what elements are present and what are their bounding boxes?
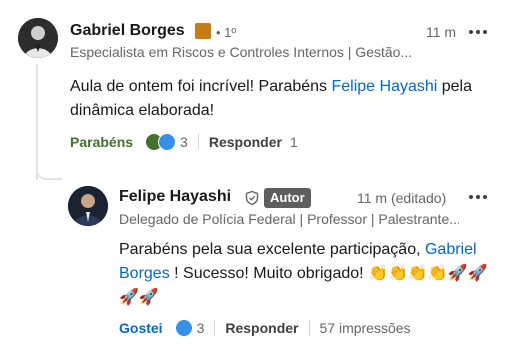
impressions-count[interactable]: 57 impressões (320, 320, 411, 336)
reply-author-name[interactable]: Felipe Hayashi (119, 188, 231, 206)
comment-text: Aula de ontem foi incrível! Parabéns Fel… (70, 75, 490, 123)
reply-button[interactable]: Responder (225, 320, 298, 336)
comment-author-name[interactable]: Gabriel Borges (70, 22, 185, 40)
connection-degree: • 1º (216, 25, 237, 40)
comment-author-headline: Especialista em Riscos e Controles Inter… (70, 44, 413, 60)
divider (214, 320, 216, 336)
linkedin-badge-icon (195, 23, 211, 39)
comment-text-start: Aula de ontem foi incrível! Parabéns (70, 78, 332, 95)
like-icon (158, 133, 177, 151)
reaction-button[interactable]: Parabéns (70, 134, 133, 150)
reply-button[interactable]: Responder (209, 134, 282, 150)
more-options-icon[interactable] (468, 24, 488, 40)
like-icon (174, 319, 193, 337)
reply-timestamp: 11 m (editado) (357, 190, 447, 206)
author-tag-badge: Autor (264, 188, 311, 208)
reply-text-start: Parabéns pela sua excelente participação… (119, 241, 425, 258)
avatar-gabriel-borges[interactable] (18, 18, 58, 58)
avatar-felipe-hayashi[interactable] (68, 186, 108, 226)
reply-text: Parabéns pela sua excelente participação… (119, 238, 499, 310)
thread-connector (36, 150, 62, 180)
reaction-summary[interactable] (145, 133, 177, 151)
mention-link[interactable]: Felipe Hayashi (331, 78, 437, 95)
reply-text-end: ! Sucesso! Muito obrigado! 👏👏👏👏🚀🚀🚀🚀 (119, 265, 488, 306)
reaction-count[interactable]: 3 (180, 134, 188, 150)
verified-shield-icon (245, 190, 259, 206)
divider (197, 134, 199, 150)
comment-timestamp: 11 m (426, 24, 457, 40)
more-options-icon[interactable] (468, 189, 488, 205)
reply-author-headline: Delegado de Polícia Federal | Professor … (119, 211, 459, 227)
reaction-count[interactable]: 3 (197, 320, 205, 336)
reply-actions: Gostei 3 Responder 57 impressões (119, 319, 411, 337)
reply-count[interactable]: 1 (290, 134, 298, 150)
comment-actions: Parabéns 3 Responder 1 (70, 133, 298, 151)
divider (308, 320, 310, 336)
reaction-summary[interactable] (174, 319, 193, 337)
like-button[interactable]: Gostei (119, 320, 163, 336)
